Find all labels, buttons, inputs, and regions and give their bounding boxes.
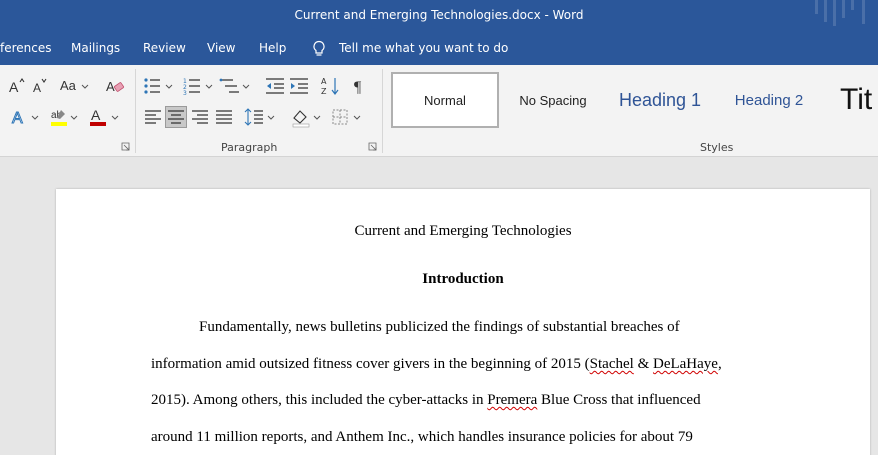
svg-text:A: A (321, 77, 327, 86)
window-title: Current and Emerging Technologies.docx -… (294, 8, 584, 22)
tab-view[interactable]: View (207, 41, 235, 55)
text-run: Fundamentally, news bulletins publicized… (199, 319, 680, 335)
group-separator (382, 69, 383, 153)
title-decoration (851, 0, 854, 10)
misspelled-word[interactable]: DeLaHaye (653, 356, 718, 372)
svg-text:Z: Z (321, 87, 327, 96)
text-run: around 11 million reports, and Anthem In… (151, 429, 693, 445)
paragraph-dialog-launcher-icon[interactable] (368, 142, 377, 151)
document-heading: Introduction (422, 271, 504, 287)
increase-indent-button[interactable] (288, 75, 310, 97)
styles-group-label: Styles (700, 141, 734, 154)
document-page[interactable]: Current and Emerging Technologies Introd… (56, 189, 870, 455)
borders-button[interactable] (330, 106, 364, 128)
align-left-button[interactable] (142, 106, 164, 128)
highlight-color-button[interactable]: ab (48, 106, 82, 128)
paragraph-group-label: Paragraph (221, 141, 278, 154)
paragraph-line: 2015). Among others, this included the c… (151, 392, 701, 409)
clear-formatting-icon[interactable]: A (104, 75, 126, 97)
paragraph-line: information amid outsized fitness cover … (151, 356, 722, 373)
multilevel-list-button[interactable] (219, 75, 253, 97)
justify-button[interactable] (213, 106, 235, 128)
text-run: & (633, 356, 653, 372)
show-formatting-marks-button[interactable]: ¶ (350, 75, 372, 97)
style-heading-2[interactable]: Heading 2 (722, 72, 816, 128)
group-separator (135, 69, 136, 153)
misspelled-word[interactable]: Stachel (590, 356, 634, 372)
lightbulb-icon (313, 40, 325, 56)
text-run: information amid outsized fitness cover … (151, 356, 590, 372)
svg-text:A: A (9, 79, 19, 95)
align-right-button[interactable] (189, 106, 211, 128)
title-decoration (824, 0, 827, 22)
line-spacing-button[interactable] (244, 106, 278, 128)
title-decoration (862, 0, 865, 24)
align-center-button[interactable] (165, 106, 187, 128)
tab-help[interactable]: Help (259, 41, 286, 55)
ribbon-tabs: ferences Mailings Review View Help Tell … (0, 32, 878, 65)
style-title[interactable]: Tit (840, 72, 878, 128)
paragraph-line: Fundamentally, news bulletins publicized… (199, 319, 680, 336)
tab-references[interactable]: ferences (0, 41, 52, 55)
title-decoration (842, 0, 845, 18)
misspelled-word[interactable]: Premera (487, 392, 537, 408)
tab-review[interactable]: Review (143, 41, 186, 55)
svg-text:A: A (12, 110, 23, 127)
change-case-button[interactable]: Aa (58, 75, 92, 97)
tab-mailings[interactable]: Mailings (71, 41, 120, 55)
svg-text:¶: ¶ (354, 79, 362, 96)
style-normal[interactable]: Normal (391, 72, 499, 128)
text-effects-button[interactable]: A (10, 106, 44, 128)
title-decoration (833, 0, 836, 26)
sort-button[interactable]: AZ (320, 75, 342, 97)
document-title: Current and Emerging Technologies (354, 223, 572, 239)
decrease-indent-button[interactable] (264, 75, 286, 97)
grow-font-button[interactable]: A (6, 75, 28, 97)
ribbon: A A Aa A A ab A 123 AZ ¶ Paragraph Norma… (0, 65, 878, 157)
svg-text:A: A (106, 79, 115, 94)
text-run: Blue Cross that influenced (537, 392, 701, 408)
shrink-font-button[interactable]: A (30, 75, 52, 97)
svg-text:A: A (91, 107, 101, 123)
title-bar: Current and Emerging Technologies.docx -… (0, 0, 878, 32)
text-run: , (717, 356, 722, 372)
tell-me-label: Tell me what you want to do (339, 41, 509, 55)
style-no-spacing[interactable]: No Spacing (507, 72, 599, 128)
paragraph-line: around 11 million reports, and Anthem In… (151, 429, 693, 446)
font-dialog-launcher-icon[interactable] (121, 142, 130, 151)
font-color-button[interactable]: A (88, 106, 122, 128)
numbering-button[interactable]: 123 (182, 75, 216, 97)
svg-text:3: 3 (183, 90, 187, 97)
style-heading-1[interactable]: Heading 1 (606, 72, 714, 128)
shading-button[interactable] (290, 106, 324, 128)
bullets-button[interactable] (142, 75, 176, 97)
text-run: 2015). Among others, this included the c… (151, 392, 488, 408)
svg-text:A: A (33, 81, 41, 95)
title-decoration (815, 0, 818, 14)
